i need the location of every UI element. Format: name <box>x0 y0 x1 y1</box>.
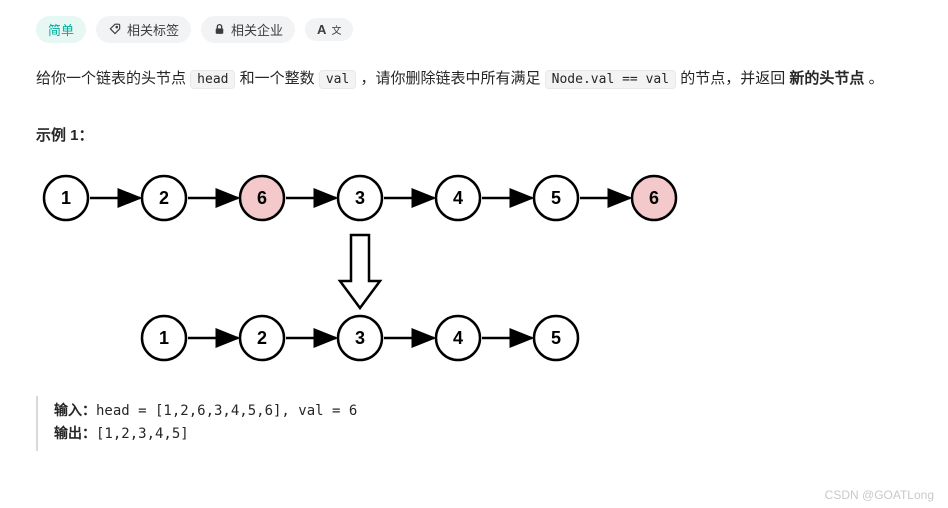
code-condition: Node.val == val <box>545 70 676 89</box>
svg-text:1: 1 <box>61 188 71 208</box>
svg-text:5: 5 <box>551 188 561 208</box>
example-1-label: 示例 1： <box>36 124 920 145</box>
difficulty-tag[interactable]: 简单 <box>36 16 86 43</box>
example-io: 输入：head = [1,2,6,3,4,5,6], val = 6 输出：[1… <box>36 396 920 452</box>
input-line: 输入：head = [1,2,6,3,4,5,6], val = 6 <box>54 400 920 424</box>
svg-text:3: 3 <box>355 188 365 208</box>
lock-icon <box>213 23 226 36</box>
related-companies-tag[interactable]: 相关企业 <box>201 16 295 43</box>
code-head: head <box>190 70 235 89</box>
svg-text:4: 4 <box>453 328 463 348</box>
svg-text:2: 2 <box>257 328 267 348</box>
svg-text:6: 6 <box>257 188 267 208</box>
svg-text:5: 5 <box>551 328 561 348</box>
translate-tag[interactable]: A文 <box>305 18 353 41</box>
example-diagram: 1 2 6 3 4 5 6 1 2 3 4 5 <box>36 163 920 378</box>
related-tags-tag[interactable]: 相关标签 <box>96 16 191 43</box>
watermark: CSDN @GOATLong <box>825 488 934 502</box>
translate-icon: A <box>317 22 326 37</box>
svg-text:3: 3 <box>355 328 365 348</box>
output-line: 输出：[1,2,3,4,5] <box>54 423 920 447</box>
svg-text:4: 4 <box>453 188 463 208</box>
tags-row: 简单 相关标签 相关企业 A文 <box>36 16 920 43</box>
related-tags-label: 相关标签 <box>127 20 179 39</box>
svg-text:6: 6 <box>649 188 659 208</box>
svg-text:2: 2 <box>159 188 169 208</box>
code-val: val <box>319 70 356 89</box>
related-companies-label: 相关企业 <box>231 20 283 39</box>
tag-icon <box>108 23 122 37</box>
problem-description: 给你一个链表的头节点 head 和一个整数 val ，请你删除链表中所有满足 N… <box>36 65 920 94</box>
svg-text:1: 1 <box>159 328 169 348</box>
